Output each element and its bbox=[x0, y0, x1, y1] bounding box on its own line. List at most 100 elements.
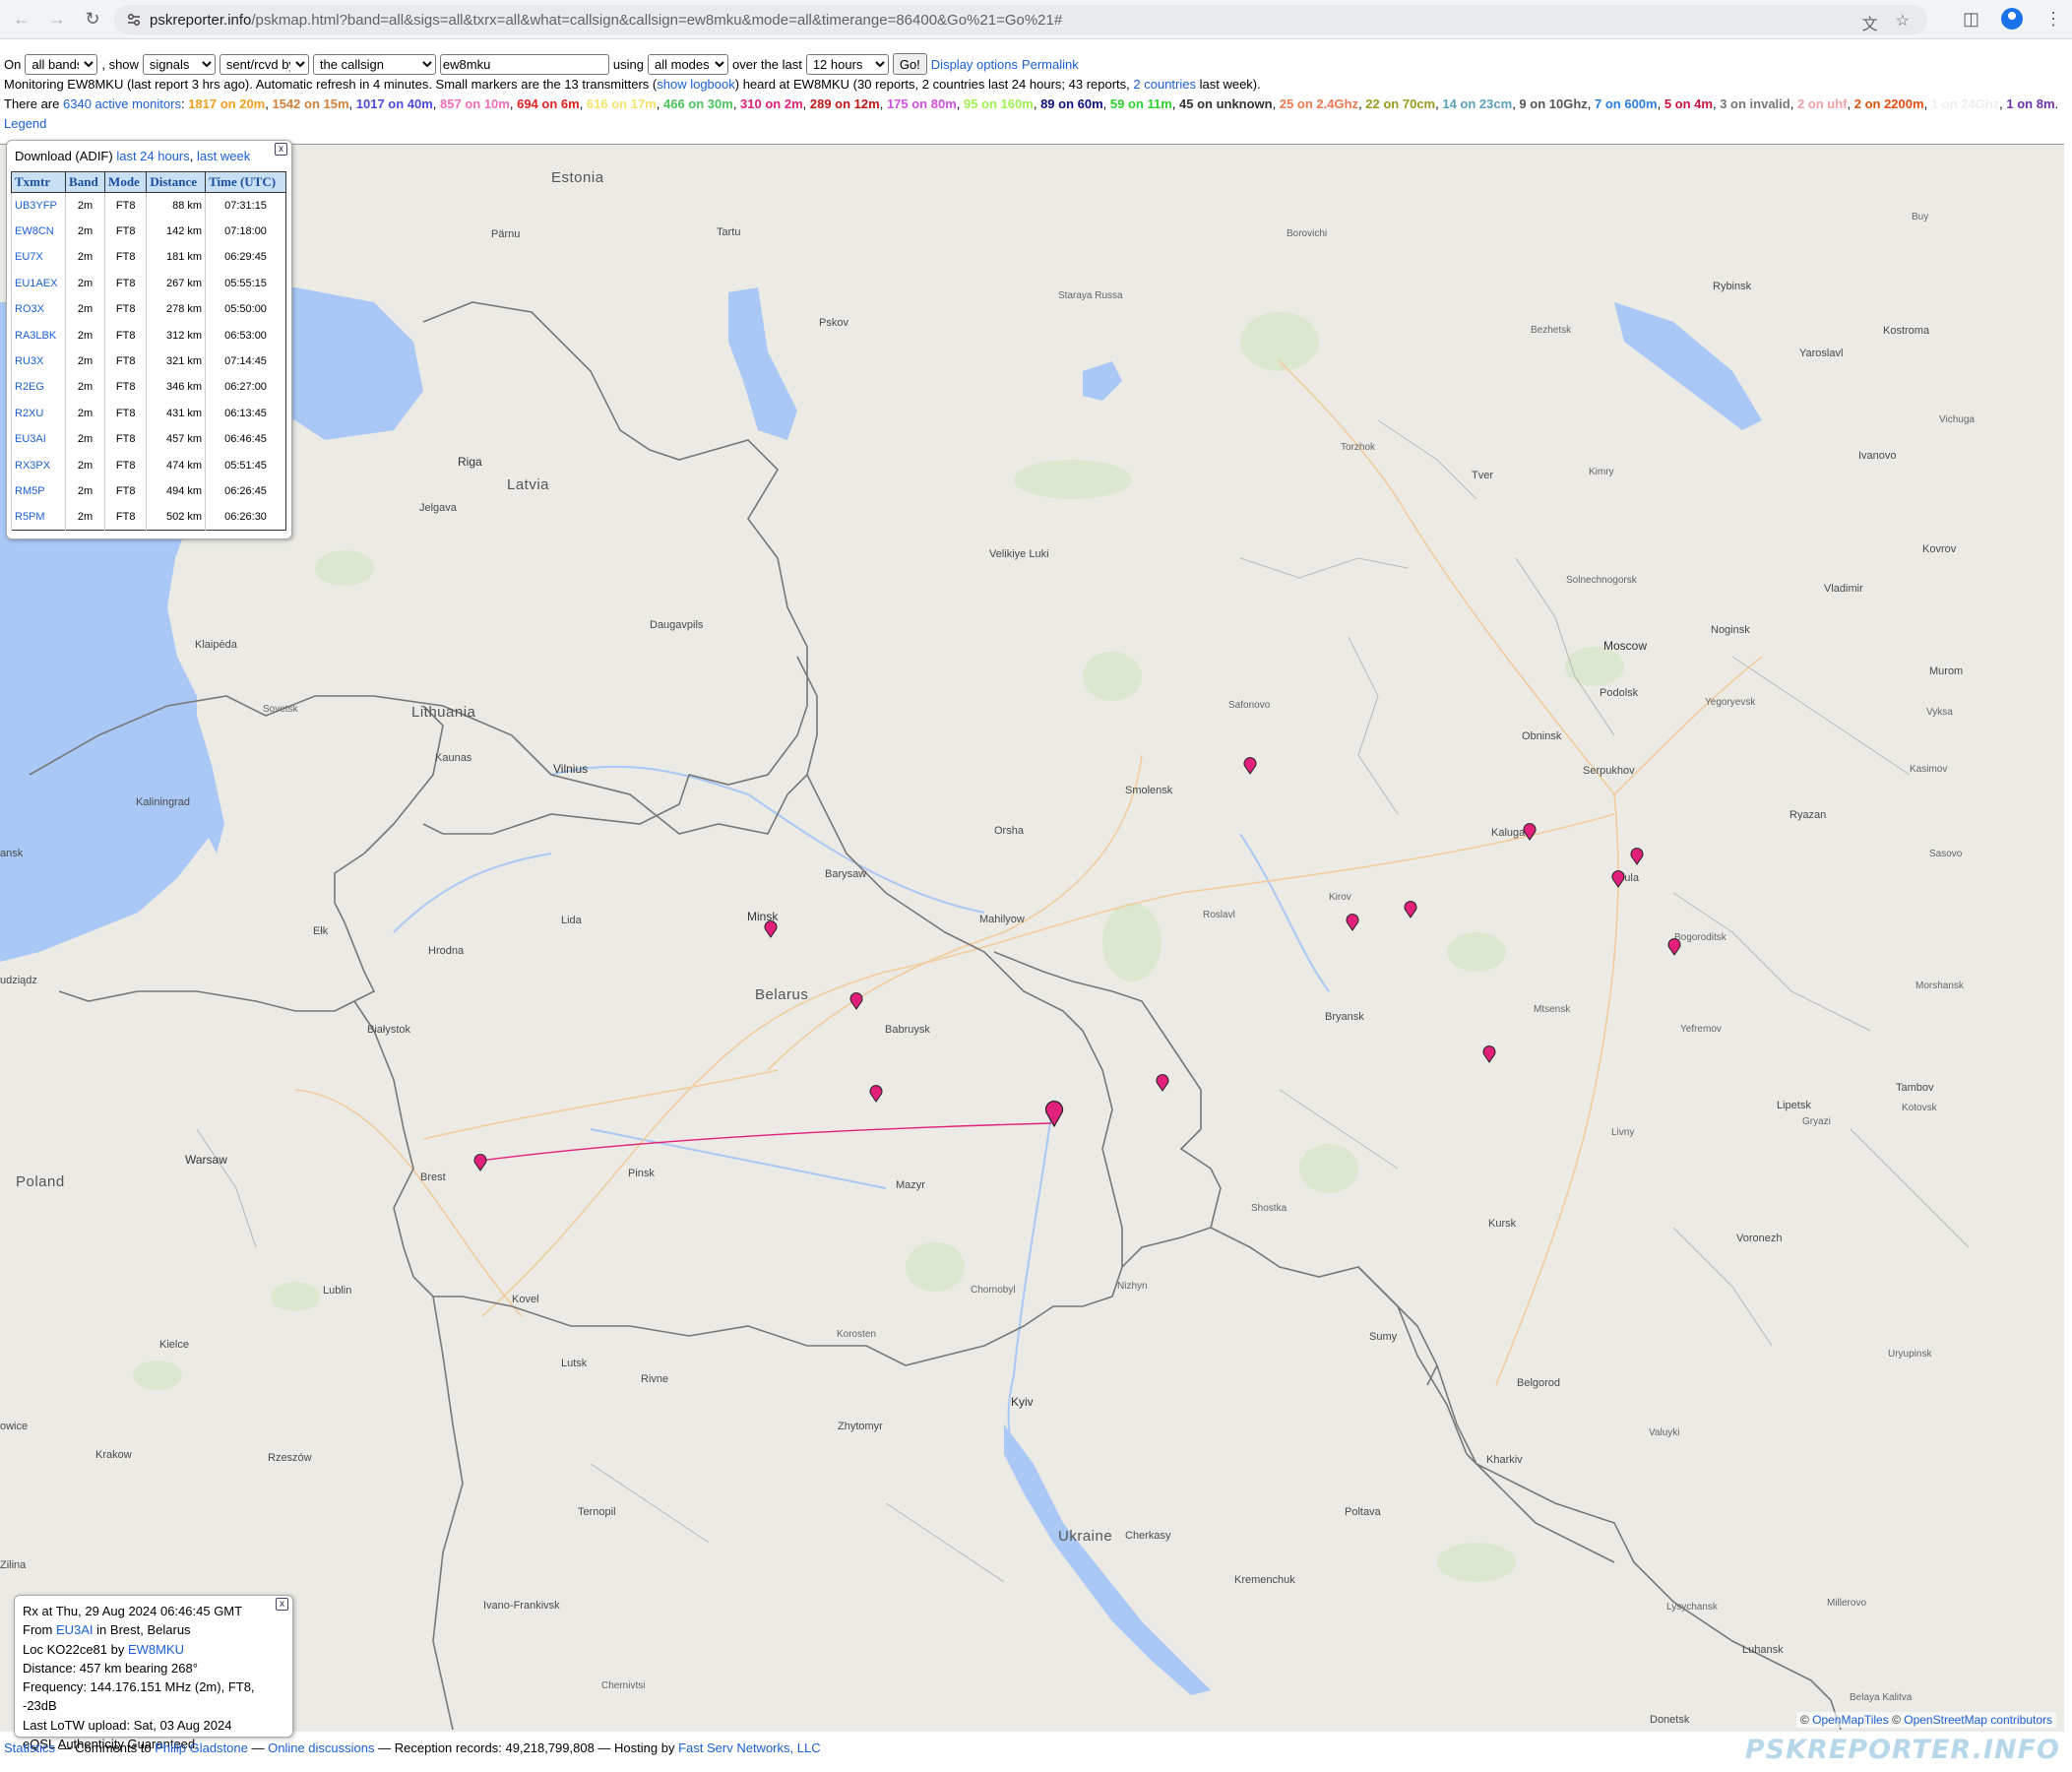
display-options-link[interactable]: Display options bbox=[931, 57, 1018, 72]
active-monitors-link[interactable]: 6340 active monitors bbox=[63, 96, 181, 111]
profile-avatar-icon[interactable] bbox=[2001, 8, 2023, 30]
txrx-select[interactable]: sent/rcvd by bbox=[219, 53, 309, 75]
callsign-link[interactable]: RX3PX bbox=[10, 452, 66, 478]
show-logbook-link[interactable]: show logbook bbox=[657, 77, 735, 92]
osm-link[interactable]: OpenStreetMap contributors bbox=[1904, 1713, 2052, 1727]
label-yaroslavl: Yaroslavl bbox=[1799, 348, 1844, 359]
band-count[interactable]: 5 on 4m bbox=[1664, 96, 1713, 111]
close-icon[interactable]: x bbox=[276, 1598, 288, 1611]
band-count[interactable]: 14 on 23cm bbox=[1442, 96, 1512, 111]
callsign-link[interactable]: EU1AEX bbox=[10, 270, 66, 297]
band-count[interactable]: 9 on 10Ghz bbox=[1519, 96, 1587, 111]
band-count[interactable]: 616 on 17m bbox=[587, 96, 657, 111]
callsign-link[interactable]: RA3LBK bbox=[10, 322, 66, 348]
band-count[interactable]: 857 on 10m bbox=[440, 96, 510, 111]
map-marker-icon[interactable] bbox=[1611, 870, 1625, 888]
band-count[interactable]: 1817 on 20m bbox=[188, 96, 265, 111]
legend-link[interactable]: Legend bbox=[4, 116, 46, 131]
band-count[interactable]: 7 on 600m bbox=[1595, 96, 1658, 111]
download-week-link[interactable]: last week bbox=[197, 149, 250, 163]
map-marker-icon[interactable] bbox=[1156, 1074, 1169, 1092]
menu-kebab-icon[interactable]: ⋮ bbox=[2044, 9, 2062, 30]
back-arrow-icon[interactable]: ← bbox=[8, 6, 35, 33]
label-rzeszow: Rzeszów bbox=[268, 1452, 312, 1464]
site-info-icon[interactable] bbox=[126, 12, 142, 28]
statistics-link[interactable]: Statistics bbox=[4, 1740, 55, 1755]
extensions-icon[interactable]: ◫ bbox=[1963, 9, 1979, 30]
map-marker-icon[interactable] bbox=[764, 920, 778, 938]
map-marker-icon[interactable] bbox=[1482, 1045, 1496, 1063]
callsign-link[interactable]: R2XU bbox=[10, 400, 66, 427]
band-count[interactable]: 3 on invalid bbox=[1720, 96, 1790, 111]
receiver-callsign-link[interactable]: EW8MKU bbox=[128, 1642, 184, 1657]
map-marker-icon[interactable] bbox=[1404, 901, 1417, 918]
band-count[interactable]: 1542 on 15m bbox=[272, 96, 348, 111]
translate-icon[interactable]: 文 bbox=[1862, 11, 1878, 34]
band-count[interactable]: 175 on 80m bbox=[887, 96, 957, 111]
band-select[interactable]: all bands bbox=[25, 53, 98, 75]
map-marker-icon[interactable] bbox=[1523, 823, 1537, 841]
column-header[interactable]: Time (UTC) bbox=[205, 171, 286, 193]
download-24h-link[interactable]: last 24 hours bbox=[116, 149, 189, 163]
map-marker-icon[interactable] bbox=[473, 1154, 487, 1171]
band-count[interactable]: 2 on 2200m bbox=[1854, 96, 1924, 111]
from-callsign-link[interactable]: EU3AI bbox=[56, 1622, 94, 1637]
band-count[interactable]: 466 on 30m bbox=[663, 96, 733, 111]
home-station-marker-icon[interactable] bbox=[1044, 1100, 1064, 1127]
callsign-link[interactable]: RO3X bbox=[10, 296, 66, 323]
query-controls: On all bands , show signals sent/rcvd by… bbox=[4, 53, 1079, 75]
online-discussions-link[interactable]: Online discussions bbox=[268, 1740, 374, 1755]
close-icon[interactable]: x bbox=[275, 143, 287, 156]
column-header[interactable]: Mode bbox=[104, 171, 148, 193]
callsign-link[interactable]: EU7X bbox=[10, 244, 66, 271]
go-button[interactable]: Go! bbox=[892, 53, 927, 75]
callsign-input[interactable] bbox=[439, 53, 609, 75]
column-header[interactable]: Distance bbox=[146, 171, 207, 193]
reload-icon[interactable]: ↻ bbox=[79, 6, 106, 33]
band-count[interactable]: 694 on 6m bbox=[517, 96, 580, 111]
band-count[interactable]: 59 on 11m bbox=[1110, 96, 1172, 111]
band-count[interactable]: 289 on 12m bbox=[810, 96, 880, 111]
band-count[interactable]: 25 on 2.4Ghz bbox=[1280, 96, 1358, 111]
map-marker-icon[interactable] bbox=[1346, 914, 1359, 931]
signals-select[interactable]: signals bbox=[142, 53, 216, 75]
map-view[interactable]: Estonia Latvia Lithuania Belarus Poland … bbox=[0, 144, 2064, 1732]
callsign-link[interactable]: UB3YFP bbox=[10, 192, 66, 219]
hosting-link[interactable]: Fast Serv Networks, LLC bbox=[678, 1740, 821, 1755]
band-count[interactable]: 1 on 24Ghz bbox=[1931, 96, 1999, 111]
column-header[interactable]: Txmtr bbox=[10, 171, 67, 193]
callsign-link[interactable]: EU3AI bbox=[10, 426, 66, 453]
callsign-link[interactable]: RM5P bbox=[10, 477, 66, 505]
callsign-link[interactable]: RU3X bbox=[10, 348, 66, 375]
map-marker-icon[interactable] bbox=[1667, 938, 1681, 956]
map-marker-icon[interactable] bbox=[869, 1085, 883, 1103]
band-count[interactable]: 45 on unknown bbox=[1179, 96, 1273, 111]
band-count[interactable]: 22 on 70cm bbox=[1365, 96, 1435, 111]
band-count[interactable]: 1 on 8m bbox=[2006, 96, 2054, 111]
label-jelgava: Jelgava bbox=[419, 502, 457, 514]
band-count[interactable]: 95 on 160m bbox=[964, 96, 1034, 111]
permalink-link[interactable]: Permalink bbox=[1022, 57, 1079, 72]
label-warsaw: Warsaw bbox=[185, 1153, 227, 1167]
callsign-link[interactable]: R2EG bbox=[10, 374, 66, 401]
band-count[interactable]: 1017 on 40m bbox=[356, 96, 433, 111]
band-count[interactable]: 89 on 60m bbox=[1040, 96, 1103, 111]
address-bar[interactable]: pskreporter.info/pskmap.html?band=all&si… bbox=[114, 5, 1927, 34]
forward-arrow-icon[interactable]: → bbox=[43, 6, 71, 33]
label-yefremov: Yefremov bbox=[1680, 1024, 1722, 1035]
map-marker-icon[interactable] bbox=[1243, 757, 1257, 775]
column-header[interactable]: Band bbox=[65, 171, 106, 193]
band-count[interactable]: 2 on uhf bbox=[1797, 96, 1848, 111]
map-marker-icon[interactable] bbox=[1630, 848, 1644, 865]
mode-select[interactable]: all modes bbox=[648, 53, 728, 75]
bookmark-star-icon[interactable]: ☆ bbox=[1896, 11, 1910, 34]
band-count[interactable]: 310 on 2m bbox=[740, 96, 803, 111]
what-select[interactable]: the callsign bbox=[312, 53, 436, 75]
map-marker-icon[interactable] bbox=[849, 992, 863, 1010]
philip-gladstone-link[interactable]: Philip Gladstone bbox=[155, 1740, 248, 1755]
callsign-link[interactable]: R5PM bbox=[10, 504, 66, 531]
openmaptiles-link[interactable]: OpenMapTiles bbox=[1812, 1713, 1889, 1727]
callsign-link[interactable]: EW8CN bbox=[10, 218, 66, 245]
countries-link[interactable]: 2 countries bbox=[1133, 77, 1196, 92]
timerange-select[interactable]: 12 hours bbox=[805, 53, 889, 75]
